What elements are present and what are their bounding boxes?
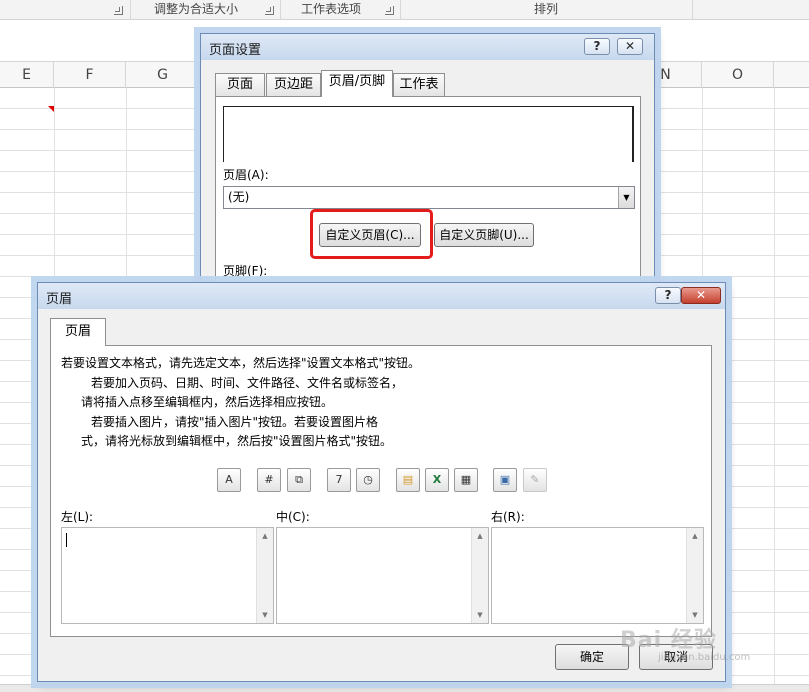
insert-date-icon[interactable]: 7 xyxy=(327,468,351,492)
footer-label: 页脚(F): xyxy=(223,264,268,278)
page-setup-title: 页面设置 xyxy=(209,43,262,58)
insert-page-count-icon[interactable]: ⧉ xyxy=(287,468,311,492)
left-section-editor[interactable]: ▲ ▼ xyxy=(61,527,274,624)
format-text-glyph: A xyxy=(225,473,233,486)
column-header-o[interactable]: O xyxy=(702,62,774,88)
column-header-f[interactable]: F xyxy=(54,62,126,88)
tab-margins[interactable]: 页边距 xyxy=(266,73,321,96)
tab-header-footer[interactable]: 页眉/页脚 xyxy=(321,70,393,97)
text-caret xyxy=(66,533,67,547)
comment-indicator xyxy=(48,106,54,112)
insert-sheet-name-icon[interactable]: ▦ xyxy=(454,468,478,492)
scrollbar[interactable]: ▲ ▼ xyxy=(256,528,273,623)
scrollbar[interactable]: ▲ ▼ xyxy=(471,528,488,623)
insert-time-icon[interactable]: ◷ xyxy=(356,468,380,492)
right-section-editor[interactable]: ▲ ▼ xyxy=(491,527,704,624)
baidu-watermark: Bai 经验 jingyan.baidu.com xyxy=(612,614,772,670)
chevron-down-icon[interactable]: ▼ xyxy=(618,187,634,208)
insert-file-name-icon[interactable]: X xyxy=(425,468,449,492)
scroll-down-icon[interactable]: ▼ xyxy=(472,607,488,623)
grid-column-line xyxy=(774,88,775,692)
format-text-icon[interactable]: A xyxy=(217,468,241,492)
ribbon-group-sheet-options: 工作表选项 xyxy=(300,2,361,16)
column-header-e[interactable]: E xyxy=(0,62,54,88)
page-count-glyph: ⧉ xyxy=(295,473,303,486)
time-glyph: ◷ xyxy=(363,473,373,486)
close-button[interactable]: ✕ xyxy=(681,287,721,304)
watermark-url: jingyan.baidu.com xyxy=(658,652,751,663)
dialog-launcher-icon[interactable] xyxy=(114,6,123,15)
center-section-label: 中(C): xyxy=(276,510,310,524)
ribbon: 调整为合适大小 工作表选项 排列 xyxy=(0,0,809,20)
instruction-line: 若要插入图片，请按"插入图片"按钮。若要设置图片格 xyxy=(91,415,379,429)
header-editor-panel: 若要设置文本格式，请先选定文本，然后选择"设置文本格式"按钮。 若要加入页码、日… xyxy=(50,345,712,637)
ribbon-separator xyxy=(692,0,693,20)
header-label: 页眉(A): xyxy=(223,168,269,182)
column-header-g[interactable]: G xyxy=(126,62,200,88)
instruction-line: 请将插入点移至编辑框内，然后选择相应按钮。 xyxy=(81,395,334,409)
header-dropdown-value: (无) xyxy=(228,190,250,204)
tab-page[interactable]: 页面 xyxy=(215,73,265,96)
right-section-label: 右(R): xyxy=(491,510,525,524)
watermark-brand: Bai 经验 xyxy=(620,628,717,653)
page-setup-titlebar[interactable]: 页面设置 ? ✕ xyxy=(201,34,654,60)
dialog-launcher-icon[interactable] xyxy=(385,6,394,15)
insert-file-path-icon[interactable]: ▤ xyxy=(396,468,420,492)
header-dropdown[interactable]: (无) ▼ xyxy=(223,186,635,209)
tab-sheet[interactable]: 工作表 xyxy=(393,73,445,96)
scroll-up-icon[interactable]: ▲ xyxy=(257,528,273,544)
scroll-up-icon[interactable]: ▲ xyxy=(687,528,703,544)
tab-header[interactable]: 页眉 xyxy=(50,318,106,346)
scrollbar[interactable]: ▲ ▼ xyxy=(686,528,703,623)
insert-picture-icon[interactable]: ▣ xyxy=(493,468,517,492)
page-number-glyph: # xyxy=(264,473,274,486)
help-button[interactable]: ? xyxy=(584,38,610,55)
header-dialog-title: 页眉 xyxy=(46,292,73,307)
format-picture-glyph: ✎ xyxy=(530,473,540,486)
left-section-label: 左(L): xyxy=(61,510,94,524)
header-preview xyxy=(223,106,634,162)
help-button[interactable]: ? xyxy=(655,287,681,304)
ribbon-group-scale-to-fit: 调整为合适大小 xyxy=(153,2,238,16)
status-bar xyxy=(0,684,809,692)
ribbon-group-arrange: 排列 xyxy=(533,2,558,16)
file-path-glyph: ▤ xyxy=(402,473,414,486)
instruction-line: 式，请将光标放到编辑框中，然后按"设置图片格式"按钮。 xyxy=(81,434,393,448)
instruction-line: 若要加入页码、日期、时间、文件路径、文件名或标签名， xyxy=(91,376,404,390)
sheet-name-glyph: ▦ xyxy=(460,473,472,486)
highlight-annotation xyxy=(310,209,433,259)
dialog-launcher-icon[interactable] xyxy=(265,6,274,15)
format-picture-icon[interactable]: ✎ xyxy=(523,468,547,492)
header-dialog-titlebar[interactable]: 页眉 ? ✕ xyxy=(38,283,725,309)
insert-page-number-icon[interactable]: # xyxy=(257,468,281,492)
instruction-line: 若要设置文本格式，请先选定文本，然后选择"设置文本格式"按钮。 xyxy=(61,356,421,370)
picture-glyph: ▣ xyxy=(499,473,511,486)
scroll-up-icon[interactable]: ▲ xyxy=(472,528,488,544)
center-section-editor[interactable]: ▲ ▼ xyxy=(276,527,489,624)
close-button[interactable]: ✕ xyxy=(617,38,643,55)
scroll-down-icon[interactable]: ▼ xyxy=(257,607,273,623)
custom-footer-button[interactable]: 自定义页脚(U)... xyxy=(434,223,534,247)
file-name-glyph: X xyxy=(432,473,442,486)
date-glyph: 7 xyxy=(335,473,343,486)
